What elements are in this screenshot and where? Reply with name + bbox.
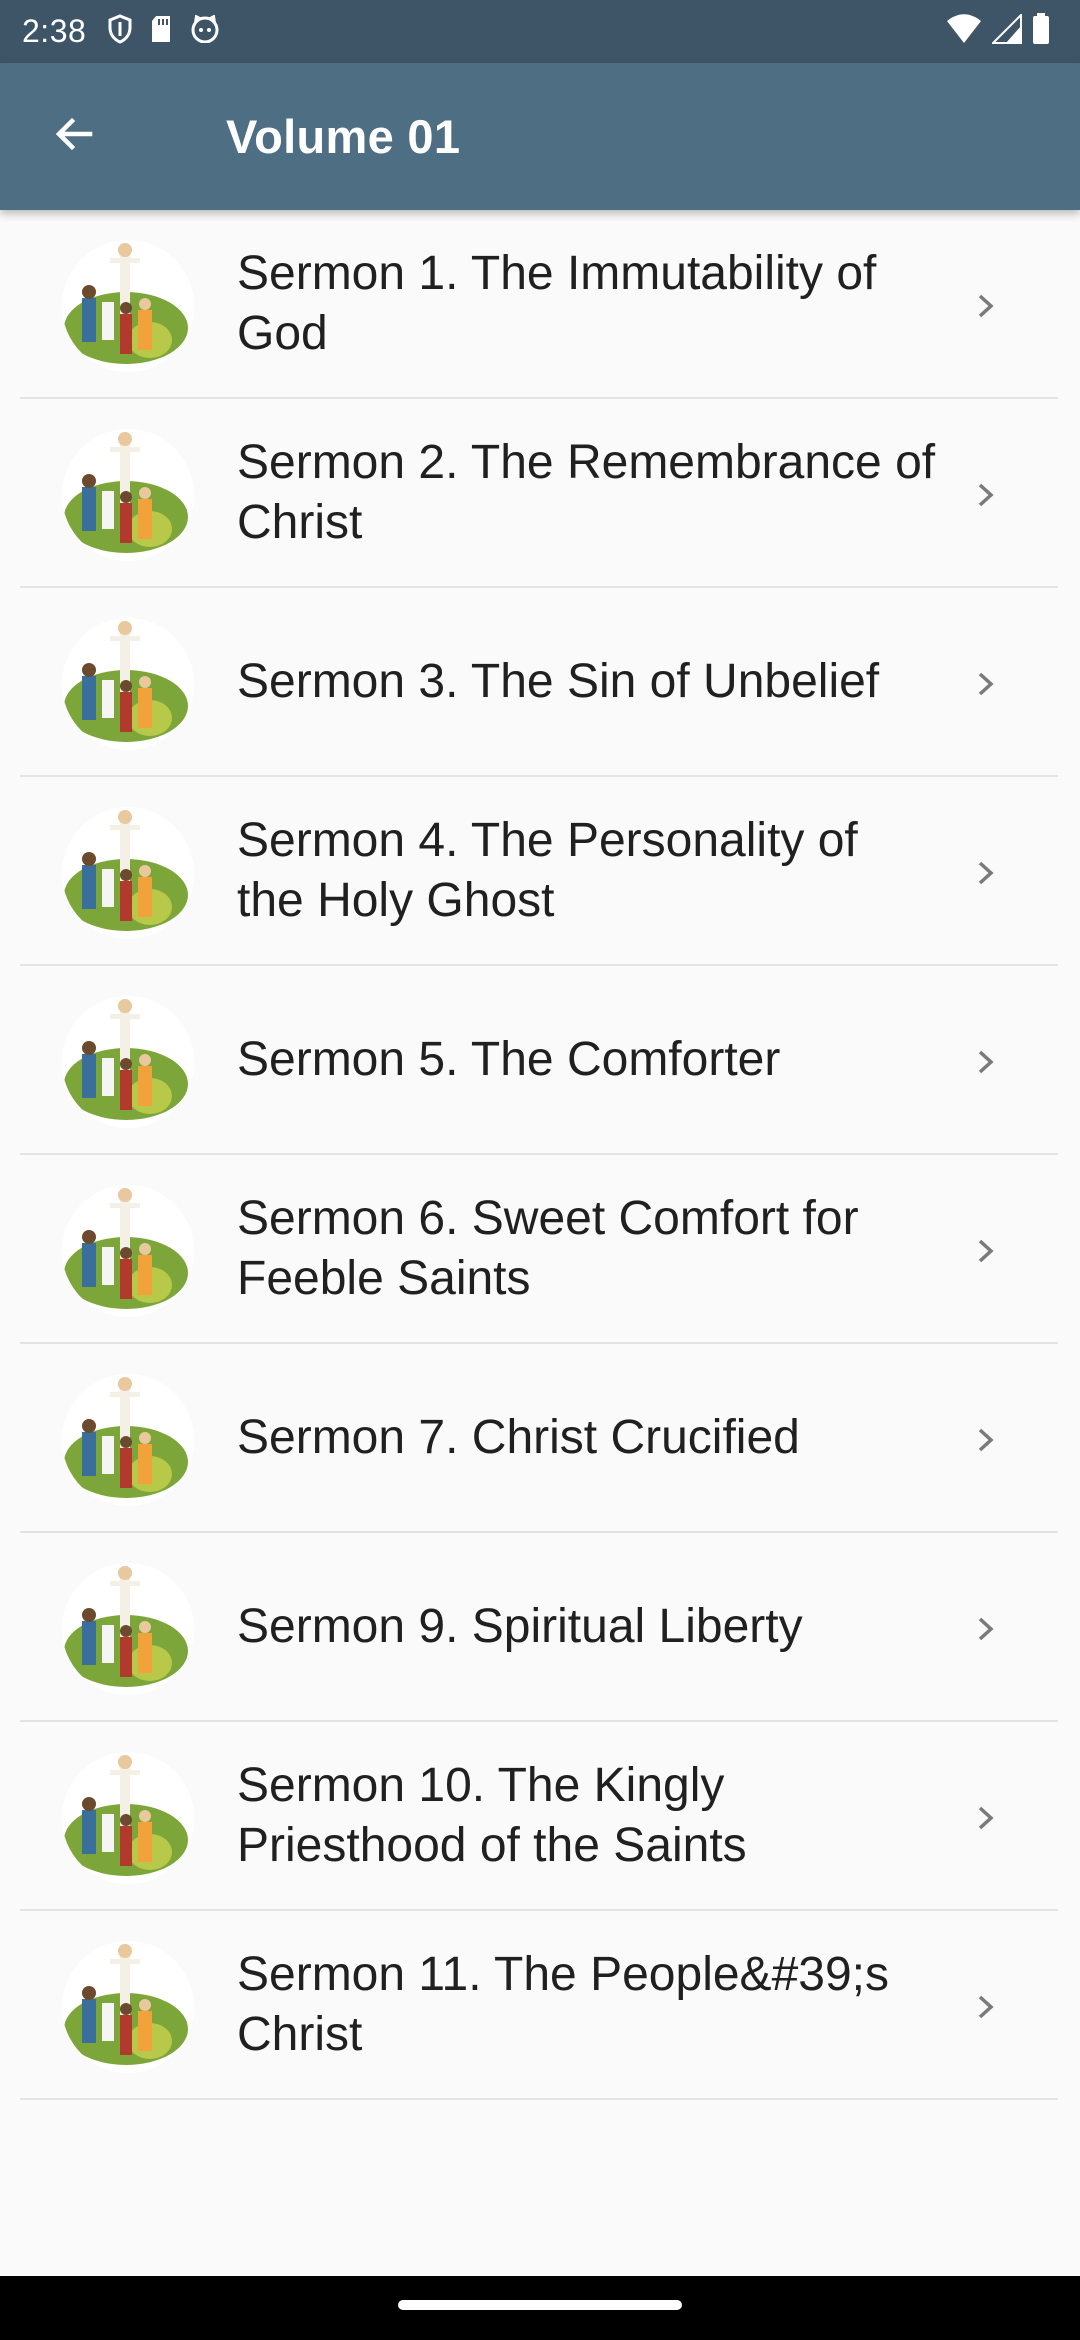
list-item[interactable]: Sermon 9. Spiritual Liberty (20, 1533, 1058, 1722)
sermon-thumbnail (62, 618, 194, 750)
list-item[interactable]: Sermon 5. The Comforter (20, 966, 1058, 1155)
chevron-right-icon (966, 1605, 1006, 1653)
chevron-right-icon (966, 1983, 1006, 2031)
chevron-right-icon (966, 660, 1006, 708)
sermon-thumbnail (62, 1752, 194, 1884)
list-item[interactable]: Sermon 4. The Personality of the Holy Gh… (20, 777, 1058, 966)
sermon-thumbnail (62, 1374, 194, 1506)
list-item[interactable]: Sermon 1. The Immutability of God (20, 210, 1058, 399)
chevron-right-icon (966, 849, 1006, 897)
sermon-title: Sermon 10. The Kingly Priesthood of the … (237, 1758, 747, 1872)
sermon-title: Sermon 5. The Comforter (237, 1032, 781, 1086)
list-item[interactable]: Sermon 11. The People&#39;s Christ (20, 1911, 1058, 2100)
status-left-icons (108, 14, 220, 49)
page-title: Volume 01 (226, 110, 461, 163)
sermon-list: Sermon 1. The Immutability of God Sermon… (0, 210, 1080, 2100)
home-gesture-handle[interactable] (398, 2300, 682, 2310)
back-button[interactable] (26, 89, 122, 185)
chevron-right-icon (966, 1416, 1006, 1464)
sermon-title: Sermon 9. Spiritual Liberty (237, 1599, 803, 1653)
chevron-right-icon (966, 1227, 1006, 1275)
list-item[interactable]: Sermon 6. Sweet Comfort for Feeble Saint… (20, 1155, 1058, 1344)
app-bar: Volume 01 (0, 63, 1080, 210)
wifi-icon (946, 14, 982, 49)
sermon-title: Sermon 1. The Immutability of God (237, 246, 877, 360)
shield-icon (108, 14, 132, 49)
chevron-right-icon (966, 471, 1006, 519)
battery-icon (1032, 13, 1050, 50)
sd-card-icon (150, 15, 172, 48)
chevron-right-icon (966, 282, 1006, 330)
arrow-back-icon (50, 110, 98, 163)
cat-face-icon (190, 14, 220, 48)
sermon-thumbnail (62, 429, 194, 561)
chevron-right-icon (966, 1794, 1006, 1842)
sermon-title: Sermon 2. The Remembrance of Christ (237, 435, 936, 549)
chevron-right-icon (966, 1038, 1006, 1086)
status-time: 2:38 (22, 13, 87, 49)
sermon-thumbnail (62, 1185, 194, 1317)
sermon-title: Sermon 4. The Personality of the Holy Gh… (237, 813, 858, 927)
sermon-thumbnail (62, 240, 194, 372)
sermon-thumbnail (62, 1563, 194, 1695)
sermon-title: Sermon 11. The People&#39;s Christ (237, 1947, 889, 2061)
list-item[interactable]: Sermon 3. The Sin of Unbelief (20, 588, 1058, 777)
sermon-title: Sermon 6. Sweet Comfort for Feeble Saint… (237, 1191, 859, 1305)
status-bar: 2:38 (0, 0, 1080, 63)
list-item[interactable]: Sermon 7. Christ Crucified (20, 1344, 1058, 1533)
sermon-thumbnail (62, 807, 194, 939)
cellular-signal-icon (990, 12, 1022, 49)
sermon-title: Sermon 7. Christ Crucified (237, 1410, 800, 1464)
sermon-thumbnail (62, 996, 194, 1128)
list-item[interactable]: Sermon 2. The Remembrance of Christ (20, 399, 1058, 588)
sermon-thumbnail (62, 1941, 194, 2073)
sermon-title: Sermon 3. The Sin of Unbelief (237, 654, 880, 708)
status-right-icons (946, 0, 1050, 63)
list-item[interactable]: Sermon 10. The Kingly Priesthood of the … (20, 1722, 1058, 1911)
